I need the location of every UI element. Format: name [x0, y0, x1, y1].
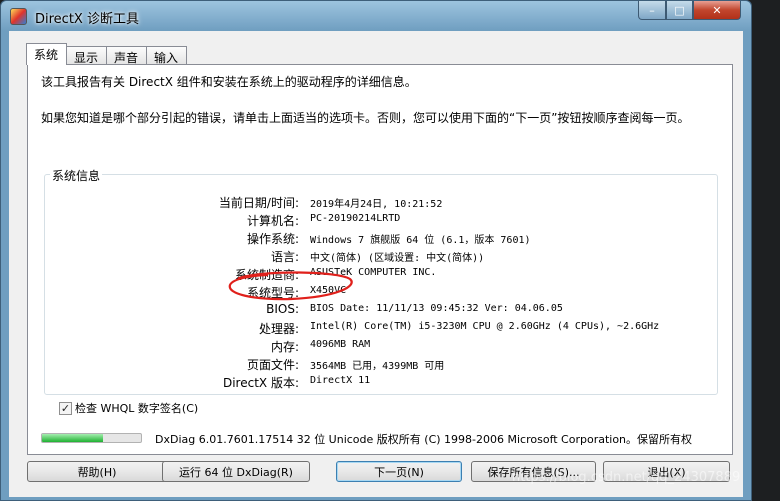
info-row-bios: BIOS: BIOS Date: 11/11/13 09:45:32 Ver: … — [45, 302, 717, 319]
info-label: 操作系统: — [246, 232, 299, 246]
maximize-button[interactable]: □ — [666, 1, 693, 20]
whql-check-row[interactable]: ✓ 检查 WHQL 数字签名(C) — [59, 400, 198, 416]
info-row-model: 系统型号: X450VC — [45, 284, 717, 301]
info-value: 中文(简体) (区域设置: 中文(简体)) — [310, 253, 485, 264]
info-row-os: 操作系统: Windows 7 旗舰版 64 位 (6.1，版本 7601) — [45, 230, 717, 247]
next-page-button[interactable]: 下一页(N) — [336, 461, 462, 482]
tab-strip: 系统 显示 声音 输入 — [26, 43, 188, 65]
info-label: 处理器: — [258, 322, 299, 336]
tab-sound[interactable]: 声音 — [106, 46, 148, 65]
info-label: 页面文件: — [246, 358, 299, 372]
system-tab-panel: 该工具报告有关 DirectX 组件和安装在系统上的驱动程序的详细信息。 如果您… — [27, 64, 733, 455]
info-value: DirectX 11 — [310, 375, 371, 386]
help-button[interactable]: 帮助(H) — [27, 461, 167, 482]
info-row-page-file: 页面文件: 3564MB 已用，4399MB 可用 — [45, 356, 717, 373]
info-value: Windows 7 旗舰版 64 位 (6.1，版本 7601) — [310, 235, 531, 246]
info-label: DirectX 版本: — [222, 376, 299, 390]
checkmark-icon: ✓ — [60, 401, 71, 415]
info-label: 内存: — [270, 340, 299, 354]
copyright-text: DxDiag 6.01.7601.17514 32 位 Unicode 版权所有… — [155, 433, 693, 446]
info-value: 3564MB 已用，4399MB 可用 — [310, 361, 445, 372]
info-value: 4096MB RAM — [310, 339, 371, 350]
info-row-language: 语言: 中文(简体) (区域设置: 中文(简体)) — [45, 248, 717, 265]
maximize-icon: □ — [674, 3, 685, 17]
tab-input[interactable]: 输入 — [146, 46, 188, 65]
red-circle-annotation — [228, 271, 353, 301]
info-value: Intel(R) Core(TM) i5-3230M CPU @ 2.60GHz… — [310, 321, 660, 332]
minimize-button[interactable]: – — [638, 1, 666, 20]
system-info-title: 系统信息 — [50, 167, 103, 184]
info-label: 语言: — [270, 250, 299, 264]
info-row-manufacturer: 系统制造商: ASUSTeK COMPUTER INC. — [45, 266, 717, 283]
whql-checkbox[interactable]: ✓ — [59, 401, 72, 415]
close-icon: ✕ — [712, 3, 722, 17]
intro-text-1: 该工具报告有关 DirectX 组件和安装在系统上的驱动程序的详细信息。 — [41, 75, 417, 89]
progress-bar — [41, 433, 142, 443]
window-title: DirectX 诊断工具 — [35, 12, 139, 27]
intro-text-2: 如果您知道是哪个部分引起的错误，请单击上面适当的选项卡。否则，您可以使用下面的“… — [41, 111, 690, 125]
progress-fill — [42, 434, 104, 442]
tab-display[interactable]: 显示 — [66, 46, 108, 65]
info-value: BIOS Date: 11/11/13 09:45:32 Ver: 04.06.… — [310, 303, 563, 314]
tab-system[interactable]: 系统 — [26, 43, 68, 65]
system-info-group: 系统信息 当前日期/时间: 2019年4月24日, 10:21:52 计算机名:… — [44, 167, 718, 395]
info-row-computer-name: 计算机名: PC-20190214LRTD — [45, 212, 717, 229]
directx-app-icon — [10, 8, 27, 25]
info-row-directx-version: DirectX 版本: DirectX 11 — [45, 374, 717, 391]
info-value: PC-20190214LRTD — [310, 213, 401, 224]
close-button[interactable]: ✕ — [693, 1, 741, 20]
info-row-datetime: 当前日期/时间: 2019年4月24日, 10:21:52 — [45, 194, 717, 211]
minimize-icon: – — [649, 3, 655, 17]
info-label: 计算机名: — [246, 214, 299, 228]
dxdiag-window: DirectX 诊断工具 – □ ✕ 系统 显示 声音 输入 该工具报告有关 D… — [0, 0, 752, 501]
watermark: https://blog.csdn.net/qq_24307889 — [512, 470, 741, 485]
info-row-memory: 内存: 4096MB RAM — [45, 338, 717, 355]
info-label: BIOS: — [266, 302, 299, 316]
info-label: 当前日期/时间: — [218, 196, 299, 210]
info-row-processor: 处理器: Intel(R) Core(TM) i5-3230M CPU @ 2.… — [45, 320, 717, 337]
title-bar[interactable]: DirectX 诊断工具 – □ ✕ — [1, 1, 751, 31]
run-64bit-dxdiag-button[interactable]: 运行 64 位 DxDiag(R) — [162, 461, 310, 482]
info-value: 2019年4月24日, 10:21:52 — [310, 199, 443, 210]
client-area: 系统 显示 声音 输入 该工具报告有关 DirectX 组件和安装在系统上的驱动… — [9, 31, 743, 497]
whql-checkbox-label: 检查 WHQL 数字签名(C) — [75, 402, 199, 415]
